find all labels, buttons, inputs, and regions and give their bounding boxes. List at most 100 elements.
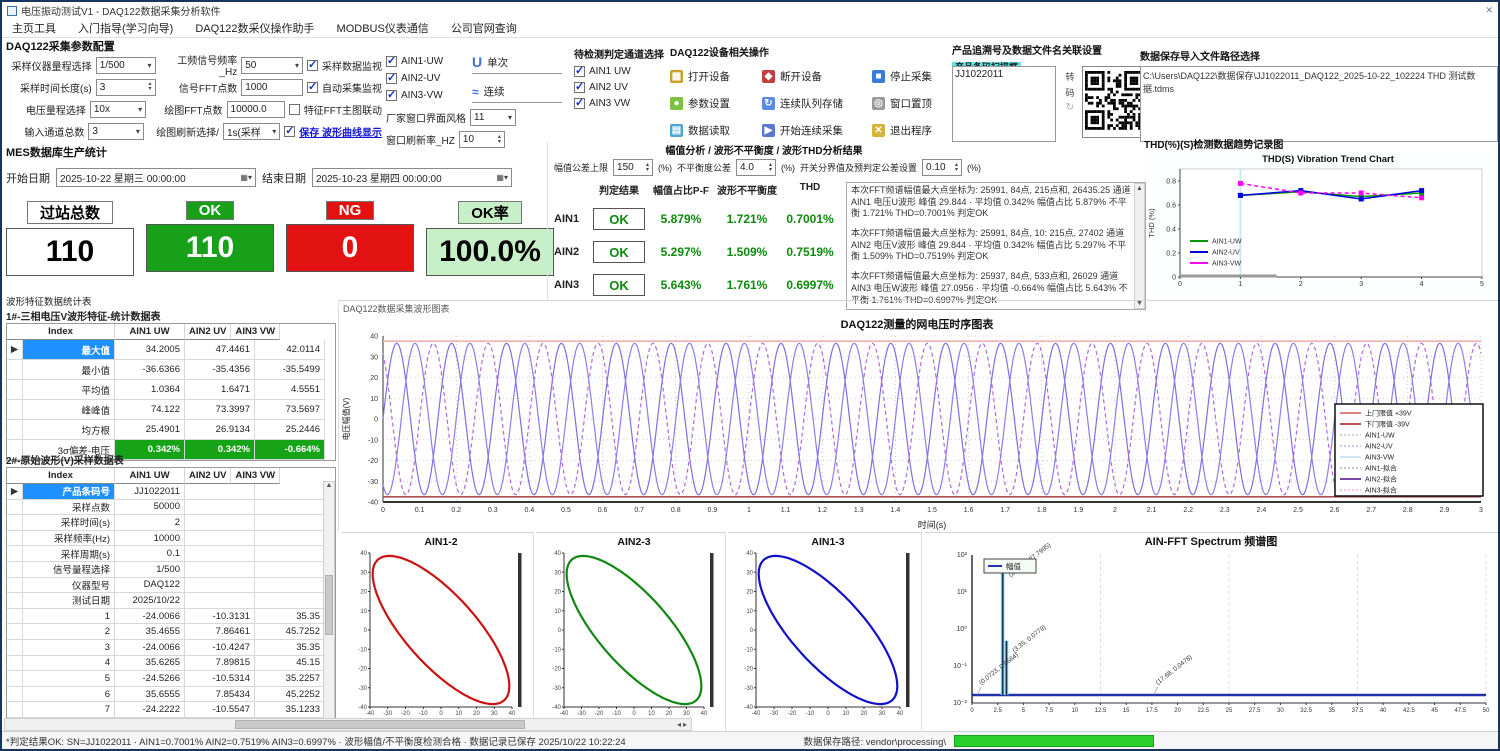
- menu-item-1[interactable]: 入门指导(学习向导): [78, 20, 173, 36]
- raw-table-vscrollbar[interactable]: ▲▼: [323, 481, 335, 729]
- hscroll-left-arrow[interactable]: ◂: [677, 720, 681, 729]
- play-button[interactable]: ▶开始连续采集: [762, 123, 872, 138]
- stop-icon: ■: [872, 70, 885, 83]
- counter-label: OK: [186, 201, 235, 220]
- judge-checkbox[interactable]: AIN2 UV: [574, 82, 674, 93]
- svg-text:47.5: 47.5: [1454, 708, 1466, 714]
- refresh-select[interactable]: 1s(采样▾: [223, 123, 280, 140]
- judge-checkbox[interactable]: AIN1 UW: [574, 66, 674, 77]
- judge-checkbox[interactable]: AIN3 VW: [574, 98, 674, 109]
- stats-table[interactable]: IndexAIN1 UWAIN2 UVAIN3 VW▶最大值34.200547.…: [6, 323, 336, 461]
- single-acquire-button[interactable]: U 单次: [472, 54, 562, 74]
- svg-text:30: 30: [683, 711, 690, 717]
- gear-button[interactable]: ●参数设置: [670, 96, 762, 111]
- fft-points-field[interactable]: 1000: [241, 79, 303, 96]
- tolerance-stepper[interactable]: 150▴▾: [613, 159, 653, 176]
- svg-text:10¹: 10¹: [957, 589, 968, 596]
- cfg-check-row[interactable]: 自动采集监视: [307, 80, 382, 95]
- svg-text:AIN3-VW: AIN3-VW: [1365, 455, 1395, 462]
- svg-text:-20: -20: [744, 667, 753, 673]
- pin-button[interactable]: ◎窗口置顶: [872, 96, 954, 111]
- table-row[interactable]: 7-24.2222-10.554735.1233: [7, 702, 335, 718]
- single-icon: U: [472, 54, 482, 70]
- cfg-check-row[interactable]: 保存 波形曲线显示: [284, 124, 382, 139]
- menu-item-0[interactable]: 主页工具: [12, 20, 56, 36]
- svg-text:2: 2: [1299, 281, 1303, 288]
- channel-count-select[interactable]: 3▾: [88, 123, 143, 140]
- loop-icon: ↻: [762, 97, 775, 110]
- table-row[interactable]: 峰峰值74.12273.399773.5697: [7, 400, 335, 420]
- svg-text:30: 30: [370, 354, 378, 361]
- checkbox-icon: [574, 82, 585, 93]
- table-row[interactable]: 平均值1.03641.64714.5551: [7, 380, 335, 400]
- menu-item-4[interactable]: 公司官网查询: [451, 20, 517, 36]
- progress-bar: [954, 735, 1154, 747]
- table-row[interactable]: ▶产品条码号JJ1022011: [7, 484, 335, 500]
- svg-text:0: 0: [1172, 275, 1176, 282]
- usb-button[interactable]: ▦打开设备: [670, 69, 762, 84]
- svg-text:2: 2: [1113, 507, 1117, 514]
- save-path-status: 数据保存路径: vendor\processing\: [803, 734, 946, 748]
- database-button[interactable]: ▤数据读取: [670, 123, 762, 138]
- start-date-picker[interactable]: 2025-10-22 星期三 00:00:00▦▾: [56, 168, 256, 187]
- svg-text:-30: -30: [368, 479, 378, 486]
- continuous-icon: ≈: [472, 85, 479, 99]
- close-button[interactable]: ✕: [1485, 5, 1493, 16]
- table-row[interactable]: 采样时间(s)2: [7, 515, 335, 531]
- tolerance-stepper[interactable]: 4.0▴▾: [736, 159, 776, 176]
- analysis-scrollbar[interactable]: ▲▼: [1134, 183, 1145, 309]
- analysis-textarea[interactable]: ▲▼ 本次FFT频谱幅值最大点坐标为: 25991, 84点, 215点和, 2…: [846, 182, 1146, 310]
- hscroll-right-arrow[interactable]: ▸: [683, 720, 687, 729]
- cfg-check-row[interactable]: 采样数据监视: [307, 58, 382, 73]
- table-row[interactable]: 采样点数50000: [7, 500, 335, 516]
- table-row[interactable]: 235.46557.8646145.7252: [7, 624, 335, 640]
- table-row[interactable]: 仪器型号DAQ122: [7, 578, 335, 594]
- table-row[interactable]: ▶最大值34.200547.446142.0114: [7, 340, 335, 360]
- barcode-input[interactable]: JJ1022011: [952, 66, 1056, 142]
- table-row[interactable]: 435.62657.8981545.15: [7, 656, 335, 672]
- table-row[interactable]: 5-24.5266-10.531435.2257: [7, 671, 335, 687]
- table-row[interactable]: 最小值-36.6366-35.4356-35.5499: [7, 360, 335, 380]
- barcode-refresh-icon[interactable]: ↻: [1066, 102, 1074, 113]
- bottom-hscrollbar[interactable]: ◂ ▸: [4, 718, 692, 731]
- barcode-side-button[interactable]: 转: [1065, 70, 1074, 83]
- table-row[interactable]: 信号量程选择1/500: [7, 562, 335, 578]
- daq-buttons-panel: DAQ122设备相关操作 ▦打开设备◆断开设备■停止采集●参数设置↻连续队列存储…: [670, 44, 960, 144]
- cfg-check-row[interactable]: 特征FFT主图联动: [289, 102, 382, 117]
- stop-button[interactable]: ■停止采集: [872, 69, 954, 84]
- svg-text:-40: -40: [560, 711, 569, 717]
- svg-text:0.8: 0.8: [671, 507, 681, 514]
- svg-text:0: 0: [632, 711, 636, 717]
- judge-select-panel: 待检测判定通道选择 AIN1 UWAIN2 UVAIN3 VW: [574, 46, 674, 109]
- svg-text:20: 20: [360, 590, 367, 596]
- svg-text:4: 4: [1420, 281, 1424, 288]
- svg-text:-20: -20: [368, 458, 378, 465]
- table-row[interactable]: 采样周期(s)0.1: [7, 546, 335, 562]
- voltage-range-select[interactable]: 10x▾: [90, 101, 146, 118]
- menu-item-2[interactable]: DAQ122数采仪操作助手: [195, 20, 314, 36]
- barcode-side-button[interactable]: 码: [1065, 86, 1074, 99]
- exit-button[interactable]: ✕退出程序: [872, 123, 954, 138]
- table-row[interactable]: 1-24.0066-10.313135.35: [7, 609, 335, 625]
- table-row[interactable]: 均方根25.490126.913425.2446: [7, 420, 335, 440]
- end-date-picker[interactable]: 2025-10-23 星期四 00:00:00▦▾: [312, 168, 512, 187]
- sample-time-stepper[interactable]: 3▴▾: [96, 79, 156, 96]
- svg-text:-10: -10: [806, 711, 815, 717]
- loop-button[interactable]: ↻连续队列存储: [762, 96, 872, 111]
- menu-item-3[interactable]: MODBUS仪表通信: [337, 20, 429, 36]
- table-row[interactable]: 采样频率(Hz)10000: [7, 531, 335, 547]
- raw-table[interactable]: IndexAIN1 UWAIN2 UVAIN3 VW▶产品条码号JJ102201…: [6, 467, 336, 719]
- table-row[interactable]: 测试日期2025/10/22: [7, 593, 335, 609]
- table-row[interactable]: 3-24.0066-10.424735.35: [7, 640, 335, 656]
- range-select[interactable]: 1/500▾: [96, 57, 156, 74]
- unlink-button[interactable]: ◆断开设备: [762, 69, 872, 84]
- thd-col-header: THD: [780, 182, 840, 197]
- save-path-field[interactable]: C:\Users\DAQ122\数据保存\JJ1022011_DAQ122_20…: [1140, 66, 1498, 142]
- plot-fft-points-field[interactable]: 10000.0: [227, 101, 285, 118]
- continuous-acquire-button[interactable]: ≈ 连续: [472, 84, 562, 103]
- tolerance-stepper[interactable]: 0.10▴▾: [922, 159, 962, 176]
- table-row[interactable]: 635.65557.8543445.2252: [7, 687, 335, 703]
- svg-text:2.6: 2.6: [1330, 507, 1340, 514]
- line-freq-select[interactable]: 50▾: [241, 57, 303, 74]
- style-select[interactable]: 11▾: [470, 109, 516, 126]
